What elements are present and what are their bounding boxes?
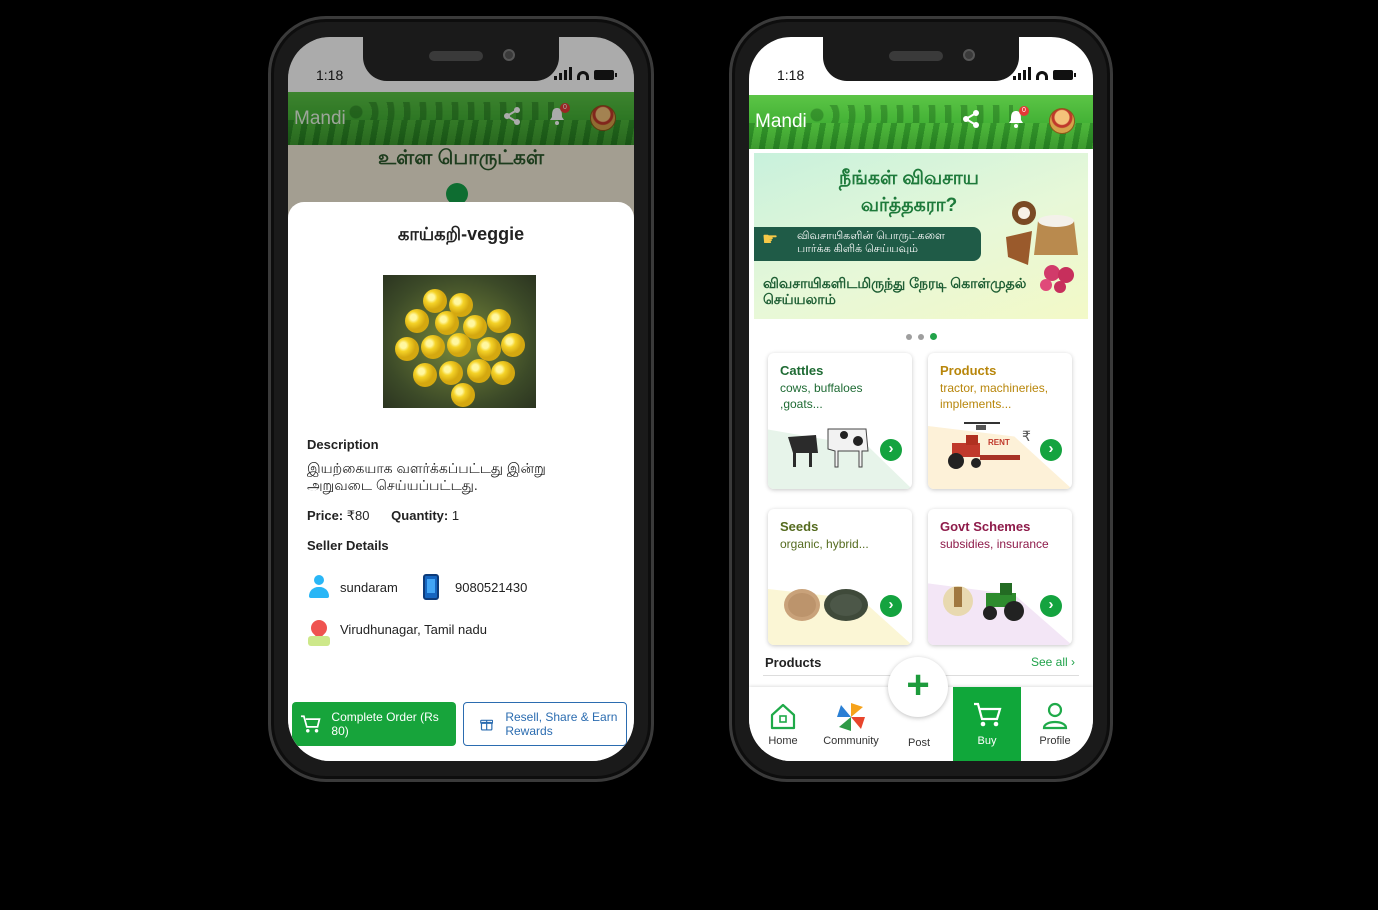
pinwheel-icon xyxy=(837,703,865,731)
wifi-icon xyxy=(577,71,589,80)
category-title: Seeds xyxy=(780,519,819,534)
price-label: Price: xyxy=(307,508,344,523)
bottom-tab-bar: Home Community Post Buy Profile + xyxy=(749,657,1093,761)
app-header: Mandi 0 xyxy=(749,95,1093,149)
tab-buy[interactable]: Buy xyxy=(953,687,1021,761)
category-title: Cattles xyxy=(780,363,824,378)
home-icon xyxy=(770,703,796,730)
seller-phone[interactable]: 9080521430 xyxy=(455,580,527,595)
screen-left: 1:18 Mandi 0 உள்ள பொருட்கள் காய்கறி-vegg… xyxy=(288,37,634,761)
cart-icon xyxy=(974,702,1002,727)
description-text: இயற்கையாக வளர்க்கப்பட்டது இன்று அறுவடை ச… xyxy=(307,460,546,493)
resell-share-button[interactable]: Resell, Share & Earn Rewards xyxy=(463,702,627,746)
product-detail-sheet: காய்கறி-veggie Description இயற்கையாக வளர… xyxy=(288,202,634,761)
see-all-link[interactable]: See all › xyxy=(1031,655,1075,669)
profile-icon xyxy=(1042,702,1068,730)
carousel-dot-active[interactable] xyxy=(929,333,937,340)
description-label: Description xyxy=(307,437,379,452)
tab-profile-label: Profile xyxy=(1039,735,1071,747)
notch xyxy=(363,37,559,81)
product-image xyxy=(383,275,536,408)
cattle-illustration xyxy=(788,428,869,468)
seller-details-heading: Seller Details xyxy=(307,538,389,553)
svg-text:₹: ₹ xyxy=(1022,429,1031,445)
carousel-dot[interactable] xyxy=(905,334,912,340)
category-subtitle: cows, buffaloes ,goats... xyxy=(780,381,863,411)
quantity-value: 1 xyxy=(451,508,460,523)
cattles-arrow-button[interactable]: › xyxy=(880,439,902,461)
avatar[interactable] xyxy=(1049,108,1075,134)
product-title: காய்கறி-veggie xyxy=(397,224,525,244)
price-quantity: Price: ₹80 Quantity: 1 xyxy=(307,508,459,524)
gift-icon xyxy=(480,719,494,731)
tab-community-label: Community xyxy=(823,735,879,747)
price-value: ₹80 xyxy=(346,508,370,523)
phone-left: 1:18 Mandi 0 உள்ள பொருட்கள் காய்கறி-vegg… xyxy=(268,16,654,782)
banner-cta-label: விவசாயிகளின் பொருட்களை பார்க்க கிளிக் செ… xyxy=(797,230,945,255)
pointing-hand-icon: ☛ xyxy=(762,229,779,249)
stage: 1:18 Mandi 0 உள்ள பொருட்கள் காய்கறி-vegg… xyxy=(0,0,1378,910)
notch xyxy=(823,37,1019,81)
category-subtitle: tractor, machineries, implements... xyxy=(940,381,1049,411)
tab-home-label: Home xyxy=(768,735,798,747)
category-card-products[interactable]: Products tractor, machineries, implement… xyxy=(928,353,1072,489)
banner-cta[interactable]: ☛ விவசாயிகளின் பொருட்களை பார்க்க கிளிக் … xyxy=(754,227,981,261)
tab-community[interactable]: Community xyxy=(817,687,885,761)
tractor-rent-illustration: RENT ₹ xyxy=(948,422,1031,469)
svg-text:RENT: RENT xyxy=(988,438,1010,447)
post-plus-button[interactable]: + xyxy=(888,657,948,717)
produce-illustration xyxy=(1006,201,1078,293)
signal-icon xyxy=(554,67,572,80)
tab-buy-label: Buy xyxy=(977,735,997,747)
seeds-illustration xyxy=(784,589,868,621)
govt-tractor-illustration xyxy=(943,583,1024,621)
cart-icon xyxy=(300,715,321,733)
tab-profile[interactable]: Profile xyxy=(1021,687,1089,761)
notification-badge: 0 xyxy=(1019,106,1029,116)
carousel-dot[interactable] xyxy=(917,334,924,340)
wifi-icon xyxy=(1036,71,1048,80)
bell-icon[interactable]: 0 xyxy=(1007,106,1029,129)
category-card-cattles[interactable]: Cattles cows, buffaloes ,goats... › xyxy=(768,353,912,489)
category-card-govt-schemes[interactable]: Govt Schemes subsidies, insurance › xyxy=(928,509,1072,645)
banner-headline: நீங்கள் விவசாய வர்த்தகரா? xyxy=(839,168,979,216)
seller-phone-row[interactable]: 9080521430 xyxy=(423,574,527,600)
complete-order-label: Complete Order (Rs 80) xyxy=(331,710,439,738)
seller-name: sundaram xyxy=(340,579,398,595)
quantity-label: Quantity: xyxy=(391,508,449,523)
seller-name-row: sundaram xyxy=(308,575,398,599)
products-heading: Products xyxy=(765,655,822,670)
category-title: Products xyxy=(940,363,997,378)
seller-location-row: Virudhunagar, Tamil nadu xyxy=(308,620,487,646)
seeds-arrow-button[interactable]: › xyxy=(880,595,902,617)
govt-schemes-arrow-button[interactable]: › xyxy=(1040,595,1062,617)
products-arrow-button[interactable]: › xyxy=(1040,439,1062,461)
category-card-seeds[interactable]: Seeds organic, hybrid... › xyxy=(768,509,912,645)
tab-post-label: Post xyxy=(907,737,930,749)
phone-right: 1:18 Mandi 0 நீங்கள் விவசாய வர்த்தகரா? ☛… xyxy=(729,16,1113,782)
category-subtitle: subsidies, insurance xyxy=(940,537,1049,551)
battery-icon xyxy=(594,70,617,80)
person-icon xyxy=(308,575,330,599)
promo-banner[interactable]: நீங்கள் விவசாய வர்த்தகரா? ☛ விவசாயிகளின்… xyxy=(754,153,1088,319)
location-pin-icon xyxy=(308,620,330,646)
seller-location: Virudhunagar, Tamil nadu xyxy=(340,621,487,637)
app-title: Mandi xyxy=(755,111,807,132)
phone-icon xyxy=(423,574,439,600)
status-time: 1:18 xyxy=(777,67,805,83)
status-time: 1:18 xyxy=(316,67,344,83)
tab-home[interactable]: Home xyxy=(749,687,817,761)
battery-icon xyxy=(1053,70,1076,80)
share-icon[interactable] xyxy=(961,109,981,129)
category-subtitle: organic, hybrid... xyxy=(780,537,869,551)
screen-right: 1:18 Mandi 0 நீங்கள் விவசாய வர்த்தகரா? ☛… xyxy=(749,37,1093,761)
resell-share-label: Resell, Share & Earn Rewards xyxy=(505,710,618,738)
category-title: Govt Schemes xyxy=(940,519,1031,534)
carousel-dots[interactable] xyxy=(749,327,1093,345)
complete-order-button[interactable]: Complete Order (Rs 80) xyxy=(292,702,456,746)
